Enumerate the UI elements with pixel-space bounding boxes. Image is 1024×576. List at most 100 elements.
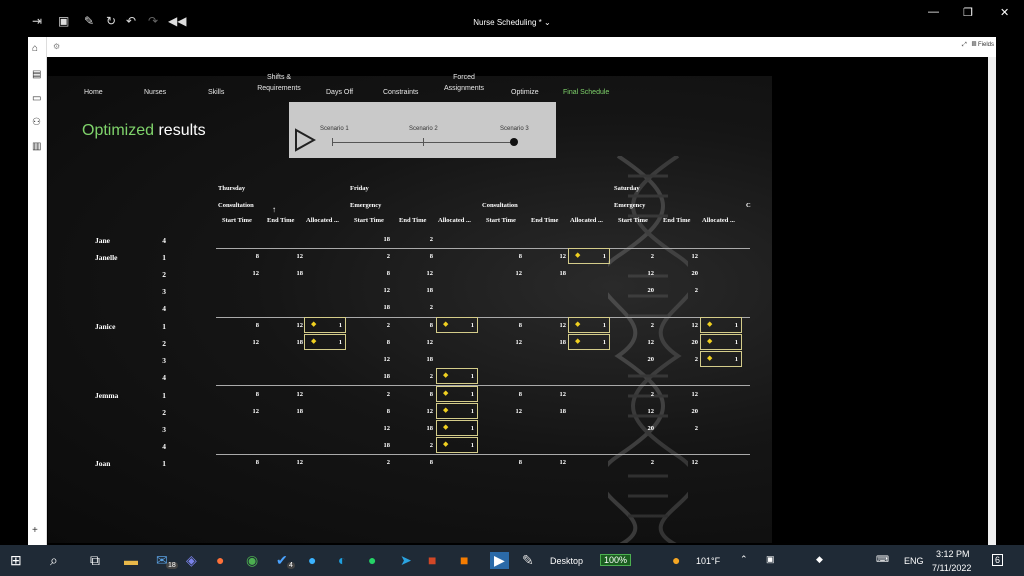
window-title[interactable]: Nurse Scheduling * ⌄ xyxy=(0,18,1024,27)
table-cell: 2 xyxy=(386,391,390,398)
scenario-handle[interactable] xyxy=(510,138,518,146)
keyboard-icon[interactable]: ⌨ xyxy=(876,554,889,565)
shift-number: 3 xyxy=(162,425,166,434)
start-icon[interactable]: ⊞ xyxy=(10,552,22,569)
table-cell: 2 xyxy=(694,287,698,294)
app-icon[interactable]: ■ xyxy=(460,552,468,568)
nav-shifts-requirements[interactable]: Shifts & Requirements xyxy=(256,72,302,94)
shift-number: 1 xyxy=(162,253,166,262)
language-indicator[interactable]: ENG xyxy=(904,556,924,566)
page-title: Optimized results xyxy=(82,122,206,139)
table-cell: 8 xyxy=(518,253,522,260)
col-header[interactable]: Allocated ... xyxy=(306,217,339,224)
table-cell: 2 xyxy=(650,459,654,466)
home-icon[interactable]: ⌂ xyxy=(32,43,38,54)
add-icon[interactable]: + xyxy=(32,525,38,536)
table-cell: 12 xyxy=(559,322,567,329)
nav-nurses[interactable]: Nurses xyxy=(144,87,166,98)
col-header[interactable]: End Time xyxy=(531,217,558,224)
firefox-icon[interactable]: ● xyxy=(216,552,224,568)
col-header[interactable]: Allocated ... xyxy=(438,217,471,224)
vertical-scrollbar[interactable] xyxy=(988,57,996,545)
fields-toggle[interactable]: ⤢ ▤ Fields xyxy=(962,42,994,49)
nav-optimize[interactable]: Optimize xyxy=(511,87,539,98)
chrome-icon[interactable]: ◉ xyxy=(246,552,258,569)
col-header[interactable]: Start Time xyxy=(486,217,516,224)
nav-home[interactable]: Home xyxy=(84,87,103,98)
clock-time[interactable]: 3:12 PM xyxy=(936,549,970,559)
search-icon[interactable]: ⌕ xyxy=(50,552,58,569)
col-header[interactable]: Start Time xyxy=(354,217,384,224)
nav-final-schedule[interactable]: Final Schedule xyxy=(563,87,609,98)
col-header[interactable]: Allocated ... xyxy=(570,217,603,224)
col-header[interactable]: End Time xyxy=(267,217,294,224)
allocated-cell[interactable]: ◆ 1 xyxy=(436,386,478,402)
settings-icon[interactable]: ⚙ xyxy=(53,42,60,51)
group-header: C xyxy=(746,202,751,209)
powerpoint-icon[interactable]: ■ xyxy=(428,552,436,568)
allocated-cell[interactable]: ◆ 1 xyxy=(436,420,478,436)
clock-date[interactable]: 7/11/2022 xyxy=(932,563,971,573)
dropbox-icon[interactable]: ◆ xyxy=(816,554,823,565)
allocated-cell[interactable]: ◆ 1 xyxy=(436,403,478,419)
nav-constraints[interactable]: Constraints xyxy=(383,87,418,98)
chevron-up-icon[interactable]: ⌃ xyxy=(740,554,748,565)
pages-icon[interactable]: ▤ xyxy=(32,69,41,80)
allocated-cell[interactable]: ◆ 1 xyxy=(568,248,610,264)
col-header[interactable]: End Time xyxy=(399,217,426,224)
paint-icon[interactable]: ✎ xyxy=(522,552,534,569)
group-header: Consultation xyxy=(218,202,254,209)
table-cell: 18 xyxy=(426,425,434,432)
table-cell: 20 xyxy=(691,408,699,415)
minimize-icon[interactable]: — xyxy=(928,6,939,18)
col-header[interactable]: Start Time xyxy=(222,217,252,224)
allocated-cell[interactable]: ◆ 1 xyxy=(304,334,346,350)
nav-skills[interactable]: Skills xyxy=(208,87,224,98)
table-cell: 20 xyxy=(647,356,655,363)
allocated-cell[interactable]: ◆ 1 xyxy=(304,317,346,333)
teams-icon[interactable]: ◈ xyxy=(186,552,197,569)
sort-arrow-icon[interactable]: ↑ xyxy=(272,205,276,214)
temperature[interactable]: 101°F xyxy=(696,556,720,566)
table-cell: 2 xyxy=(694,425,698,432)
restore-icon[interactable]: ❐ xyxy=(963,6,973,19)
close-icon[interactable]: ✕ xyxy=(1000,6,1009,19)
folder-icon[interactable]: ▭ xyxy=(32,93,41,104)
table-cell: 2 xyxy=(429,304,433,311)
telegram-icon[interactable]: ➤ xyxy=(400,552,412,569)
lightbulb-icon[interactable]: ● xyxy=(308,552,316,568)
desktop-label[interactable]: Desktop xyxy=(550,556,583,566)
allocated-cell[interactable]: ◆ 1 xyxy=(700,317,742,333)
database-icon[interactable]: ▥ xyxy=(32,141,41,152)
table-cell: 12 xyxy=(515,339,523,346)
whatsapp-icon[interactable]: ● xyxy=(368,552,376,568)
table-cell: 2 xyxy=(650,253,654,260)
allocated-cell[interactable]: ◆ 1 xyxy=(436,317,478,333)
allocated-cell[interactable]: ◆ 1 xyxy=(568,317,610,333)
group-header: Emergency xyxy=(350,202,382,209)
battery-indicator[interactable]: 100% xyxy=(600,554,632,566)
weather-icon[interactable]: ● xyxy=(672,552,680,568)
file-explorer-icon[interactable]: ▬ xyxy=(124,552,138,568)
todo-icon[interactable]: ✔ xyxy=(276,552,288,569)
notification-icon[interactable]: 6 xyxy=(992,554,1004,566)
table-cell: 8 xyxy=(429,322,433,329)
col-header[interactable]: End Time xyxy=(663,217,690,224)
nurse-name: Janelle xyxy=(95,253,118,262)
powerbi-icon[interactable]: ▶ xyxy=(490,552,509,569)
table-cell: 8 xyxy=(386,270,390,277)
tray-icon[interactable]: ▣ xyxy=(766,554,775,565)
col-header[interactable]: Start Time xyxy=(618,217,648,224)
play-icon[interactable] xyxy=(294,128,316,152)
nav-forced-assignments[interactable]: Forced Assignments xyxy=(442,72,486,94)
allocated-cell[interactable]: ◆ 1 xyxy=(436,368,478,384)
allocated-cell[interactable]: ◆ 1 xyxy=(700,334,742,350)
task-view-icon[interactable]: ⧉ xyxy=(90,552,100,569)
allocated-cell[interactable]: ◆ 1 xyxy=(700,351,742,367)
users-icon[interactable]: ⚇ xyxy=(32,117,41,128)
allocated-cell[interactable]: ◆ 1 xyxy=(436,437,478,453)
edge-icon[interactable]: ◐ xyxy=(338,552,346,568)
nav-days-off[interactable]: Days Off xyxy=(326,87,353,98)
allocated-cell[interactable]: ◆ 1 xyxy=(568,334,610,350)
col-header[interactable]: Allocated ... xyxy=(702,217,735,224)
